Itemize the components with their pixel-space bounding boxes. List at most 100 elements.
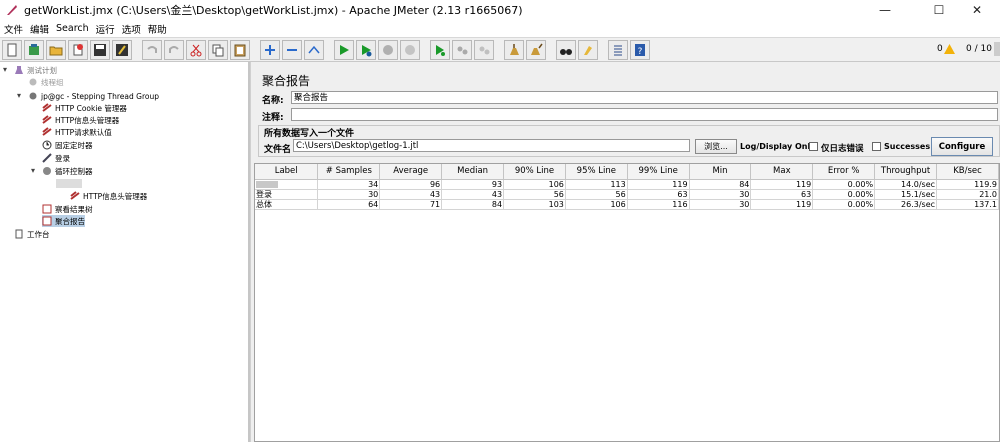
- redo-button[interactable]: [164, 40, 184, 60]
- cut-button[interactable]: [186, 40, 206, 60]
- column-header[interactable]: Average: [379, 164, 443, 180]
- menu-edit[interactable]: 编辑: [28, 22, 54, 36]
- sampler-icon: [42, 153, 52, 163]
- tree-toggle[interactable]: ▾: [31, 167, 39, 175]
- search-button[interactable]: [556, 40, 576, 60]
- tree-node-stepping-thread-group[interactable]: jp@gc - Stepping Thread Group: [28, 90, 159, 102]
- save-as-image-button[interactable]: [112, 40, 132, 60]
- remote-shutdown-icon: [479, 46, 490, 55]
- file-name-field[interactable]: C:\Users\Desktop\getlog-1.jtl: [293, 139, 690, 152]
- menu-search[interactable]: Search: [54, 23, 94, 34]
- tree-node-request-defaults[interactable]: HTTP请求默认值: [42, 126, 112, 138]
- tree-node-login-sampler[interactable]: 登录: [42, 152, 70, 164]
- successes-label: Successes: [884, 142, 931, 151]
- cell: 30: [689, 199, 752, 210]
- cell: 116: [627, 199, 690, 210]
- results-table[interactable]: Label # Samples Average Median 90% Line …: [254, 163, 1000, 442]
- broom-icon: [510, 44, 519, 55]
- scissors-icon: [190, 44, 202, 57]
- cell: 34: [317, 179, 381, 190]
- expand-all-button[interactable]: [260, 40, 280, 60]
- tree-node-aggregate-report[interactable]: 聚合报告: [42, 215, 85, 227]
- cell: 0.00%: [812, 189, 876, 200]
- close-file-button[interactable]: [68, 40, 88, 60]
- copy-button[interactable]: [208, 40, 228, 60]
- start-no-pauses-button[interactable]: [356, 40, 376, 60]
- column-header[interactable]: Throughput: [874, 164, 938, 180]
- tree-node-constant-timer[interactable]: 固定定时器: [42, 139, 93, 151]
- config-icon: [70, 191, 80, 200]
- tree-toggle[interactable]: ▾: [3, 66, 11, 74]
- tree-toggle[interactable]: ▾: [17, 92, 25, 100]
- column-header[interactable]: Median: [441, 164, 505, 180]
- comment-field[interactable]: [291, 108, 998, 121]
- thread-count: 0 / 10: [966, 44, 992, 54]
- table-row[interactable]: 总体 64 71 84 103 106 116 30 119 0.00% 26.…: [255, 199, 999, 210]
- collapse-all-button[interactable]: [282, 40, 302, 60]
- name-field[interactable]: 聚合报告: [291, 91, 998, 104]
- table-row[interactable]: 登录 30 43 43 56 56 63 30 63 0.00% 15.1/se…: [255, 189, 999, 200]
- remote-start-button[interactable]: [430, 40, 450, 60]
- menu-run[interactable]: 运行: [94, 22, 120, 36]
- shutdown-button[interactable]: [400, 40, 420, 60]
- tree-node-loop-header-manager[interactable]: HTTP信息头管理器: [70, 190, 147, 202]
- new-button[interactable]: [2, 40, 22, 60]
- menu-file[interactable]: 文件: [2, 22, 28, 36]
- new-file-icon: [7, 43, 17, 57]
- browse-button[interactable]: 浏览...: [695, 139, 737, 154]
- start-button[interactable]: [334, 40, 354, 60]
- remote-stop-button[interactable]: [452, 40, 472, 60]
- function-helper-button[interactable]: [608, 40, 628, 60]
- remote-stop-icon: [457, 46, 468, 55]
- minimize-button[interactable]: —: [862, 0, 908, 20]
- play-no-pause-icon: [362, 45, 372, 57]
- column-header[interactable]: 90% Line: [503, 164, 566, 180]
- tree-node-loop-controller[interactable]: 循环控制器: [42, 165, 93, 177]
- clear-button[interactable]: [504, 40, 524, 60]
- tree-node-header-manager[interactable]: HTTP信息头管理器: [42, 114, 119, 126]
- table-header-row: Label # Samples Average Median 90% Line …: [255, 164, 999, 180]
- column-header[interactable]: Error %: [812, 164, 876, 180]
- errors-only-checkbox[interactable]: [809, 142, 818, 151]
- tree-node-cookie-manager[interactable]: HTTP Cookie 管理器: [42, 102, 127, 114]
- toggle-icon: [308, 45, 320, 54]
- column-header[interactable]: # Samples: [317, 164, 381, 180]
- cell: 14.0/sec: [874, 179, 938, 190]
- column-header[interactable]: Label: [255, 164, 319, 180]
- controller-icon: [43, 167, 51, 175]
- undo-button[interactable]: [142, 40, 162, 60]
- svg-text:?: ?: [638, 47, 643, 57]
- paste-button[interactable]: [230, 40, 250, 60]
- reset-search-button[interactable]: [578, 40, 598, 60]
- column-header[interactable]: Max: [750, 164, 814, 180]
- stop-button[interactable]: [378, 40, 398, 60]
- save-button[interactable]: [90, 40, 110, 60]
- toggle-button[interactable]: [304, 40, 324, 60]
- templates-icon: [29, 44, 39, 55]
- help-button[interactable]: ?: [630, 40, 650, 60]
- remote-shutdown-button[interactable]: [474, 40, 494, 60]
- clear-all-button[interactable]: [526, 40, 546, 60]
- menu-options[interactable]: 选项: [120, 22, 146, 36]
- column-header[interactable]: Min: [689, 164, 752, 180]
- cell: 56: [503, 189, 566, 200]
- column-header[interactable]: KB/sec: [936, 164, 999, 180]
- open-button[interactable]: [46, 40, 66, 60]
- test-plan-tree[interactable]: ▾ 测试计划 线程组 ▾ jp@gc - Stepping Thread Gro…: [0, 62, 250, 442]
- menu-help[interactable]: 帮助: [146, 22, 172, 36]
- cell: 63: [750, 189, 814, 200]
- templates-button[interactable]: [24, 40, 44, 60]
- column-header[interactable]: 95% Line: [565, 164, 628, 180]
- close-button[interactable]: ✕: [954, 0, 1000, 20]
- cell: 119: [750, 179, 814, 190]
- tree-node-thread-group[interactable]: 线程组: [28, 76, 64, 88]
- table-row[interactable]: 34 96 93 106 113 119 84 119 0.00% 14.0/s…: [255, 179, 999, 190]
- column-header[interactable]: 99% Line: [627, 164, 690, 180]
- warning-icon[interactable]: [944, 44, 955, 54]
- tree-node-workbench[interactable]: 工作台: [14, 228, 50, 240]
- reset-search-icon: [584, 46, 592, 55]
- configure-button[interactable]: Configure: [931, 137, 993, 156]
- tree-node-test-plan[interactable]: 测试计划: [14, 64, 57, 76]
- tree-node-results-tree[interactable]: 察看结果树: [42, 203, 93, 215]
- successes-checkbox[interactable]: [872, 142, 881, 151]
